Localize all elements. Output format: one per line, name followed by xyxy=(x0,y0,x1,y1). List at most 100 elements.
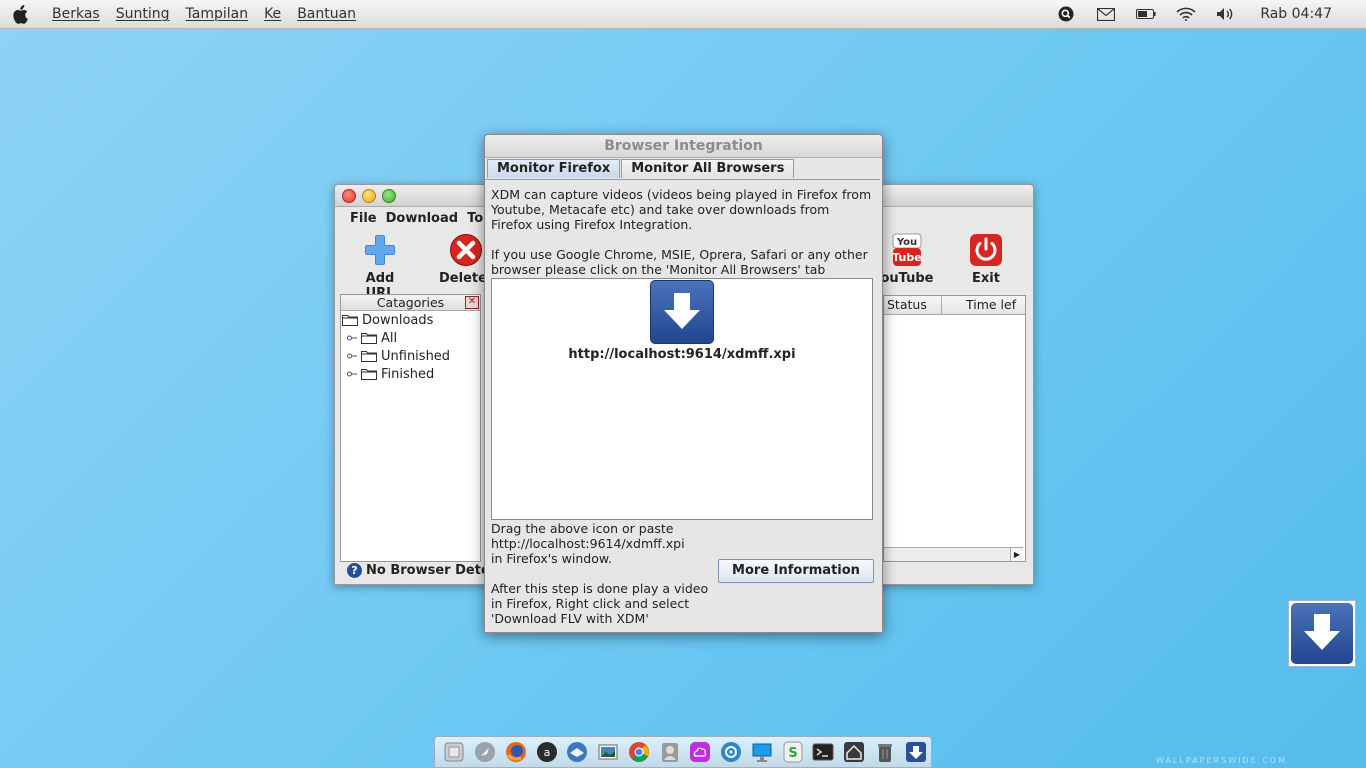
menu-berkas[interactable]: Berkas xyxy=(52,6,100,22)
folder-icon xyxy=(361,351,377,362)
apple-logo-icon[interactable] xyxy=(12,4,30,24)
scroll-right-icon[interactable]: ▶ xyxy=(1010,548,1023,561)
menu-download[interactable]: Download xyxy=(386,211,458,226)
clock[interactable]: Rab 04:47 xyxy=(1260,6,1332,22)
youtube-icon: You Tube xyxy=(890,233,924,267)
categories-title: Catagories xyxy=(376,295,445,310)
menu-file[interactable]: File xyxy=(350,211,377,226)
skype-icon[interactable]: S xyxy=(781,740,805,764)
intro-line: Firefox using Firefox Integration. xyxy=(491,217,693,232)
tree-item-all[interactable]: All xyxy=(341,329,480,347)
folder-icon xyxy=(361,333,377,344)
tree-expander-icon[interactable] xyxy=(347,333,357,343)
terminal-icon[interactable] xyxy=(812,740,836,764)
categories-panel: Catagories ✕ Downloads All Unfinished Fi… xyxy=(340,294,481,562)
after-instructions: After this step is done play a video in … xyxy=(491,581,708,626)
tab-monitor-firefox[interactable]: Monitor Firefox xyxy=(487,159,621,178)
download-arrow-icon[interactable] xyxy=(650,280,714,344)
column-time-left[interactable]: Time lef xyxy=(942,296,1025,314)
exit-label: Exit xyxy=(972,271,1000,286)
chrome-icon[interactable] xyxy=(627,740,651,764)
tree-expander-icon[interactable] xyxy=(347,351,357,361)
add-url-button[interactable]: Add URL xyxy=(350,233,410,301)
settings-icon[interactable] xyxy=(719,740,743,764)
wifi-icon[interactable] xyxy=(1176,5,1196,23)
more-information-button[interactable]: More Information xyxy=(718,559,874,583)
launchpad-icon[interactable] xyxy=(473,740,497,764)
finder-icon[interactable] xyxy=(443,740,467,764)
volume-icon[interactable] xyxy=(1216,5,1236,23)
drag-instructions: Drag the above icon or paste http://loca… xyxy=(491,521,685,566)
download-arrow-icon xyxy=(1291,603,1353,664)
dialog-title[interactable]: Browser Integration xyxy=(485,135,882,158)
tree-item-downloads[interactable]: Downloads xyxy=(341,311,480,329)
status-text: No Browser Dete xyxy=(366,563,490,578)
other-browsers-text: If you use Google Chrome, MSIE, Oprera, … xyxy=(491,247,868,277)
home-icon[interactable] xyxy=(842,740,866,764)
drag-line: in Firefox's window. xyxy=(491,551,612,566)
help-icon[interactable]: ? xyxy=(347,563,362,578)
battery-icon[interactable] xyxy=(1136,5,1156,23)
menu-ke[interactable]: Ke xyxy=(264,6,281,22)
contacts-icon[interactable] xyxy=(658,740,682,764)
delete-icon xyxy=(449,233,483,267)
close-panel-button[interactable]: ✕ xyxy=(465,296,479,309)
plus-icon xyxy=(363,233,397,267)
power-icon xyxy=(969,233,1003,267)
tree-item-label: All xyxy=(381,330,398,346)
menu-tools[interactable]: To xyxy=(467,211,483,226)
tree-item-finished[interactable]: Finished xyxy=(341,365,480,383)
youtube-label: ouTube xyxy=(880,271,934,286)
xpi-drop-area: http://localhost:9614/xdmff.xpi xyxy=(491,278,873,520)
mail-icon[interactable] xyxy=(1096,5,1116,23)
folder-icon xyxy=(361,369,377,380)
browser-integration-dialog: Browser Integration Monitor Firefox Moni… xyxy=(484,134,883,633)
firefox-icon[interactable] xyxy=(504,740,528,764)
svg-text:Tube: Tube xyxy=(892,251,921,264)
youtube-button[interactable]: You Tube ouTube xyxy=(874,233,940,286)
svg-text:You: You xyxy=(896,237,917,248)
menu-sunting[interactable]: Sunting xyxy=(116,6,170,22)
dock: a S xyxy=(434,736,932,768)
intro-line: XDM can capture videos (videos being pla… xyxy=(491,187,872,202)
svg-text:a: a xyxy=(543,746,550,759)
other-line: If you use Google Chrome, MSIE, Oprera, … xyxy=(491,247,868,262)
folder-icon xyxy=(342,315,358,326)
tree-item-unfinished[interactable]: Unfinished xyxy=(341,347,480,365)
zoom-window-button[interactable] xyxy=(382,189,396,203)
tree-item-label: Finished xyxy=(381,366,435,382)
dialog-tabs: Monitor Firefox Monitor All Browsers xyxy=(487,159,795,179)
after-line: After this step is done play a video xyxy=(491,581,709,596)
appstore-icon[interactable]: a xyxy=(535,740,559,764)
thunderbird-icon[interactable] xyxy=(566,740,590,764)
categories-header: Catagories ✕ xyxy=(341,295,480,311)
intro-line: Youtube, Metacafe etc) and take over dow… xyxy=(491,202,830,217)
top-menubar: Berkas Sunting Tampilan Ke Bantuan Rab 0… xyxy=(0,0,1366,29)
drag-line: http://localhost:9614/xdmff.xpi xyxy=(491,536,685,551)
horizontal-scrollbar[interactable]: ▶ xyxy=(884,547,1023,561)
xdm-desktop-icon[interactable] xyxy=(1288,600,1356,667)
column-status[interactable]: Status xyxy=(884,296,942,314)
tree-expander-icon[interactable] xyxy=(347,369,357,379)
xdm-icon[interactable] xyxy=(904,740,928,764)
minimize-window-button[interactable] xyxy=(362,189,376,203)
drag-line: Drag the above icon or paste xyxy=(491,521,674,536)
tree-item-label: Downloads xyxy=(362,312,434,328)
display-icon[interactable] xyxy=(750,740,774,764)
after-line: in Firefox, Right click and select xyxy=(491,596,690,611)
photos-icon[interactable] xyxy=(596,740,620,764)
icloud-icon[interactable] xyxy=(689,740,713,764)
after-line: 'Download FLV with XDM' xyxy=(491,611,649,626)
downloads-table: Status Time lef ▶ xyxy=(883,295,1026,562)
tree-item-label: Unfinished xyxy=(381,348,451,364)
close-window-button[interactable] xyxy=(342,189,356,203)
exit-button[interactable]: Exit xyxy=(961,233,1011,286)
xpi-url-label: http://localhost:9614/xdmff.xpi xyxy=(568,347,796,362)
table-header: Status Time lef xyxy=(884,296,1025,315)
delete-label: Delete xyxy=(439,271,487,286)
tab-monitor-all-browsers[interactable]: Monitor All Browsers xyxy=(621,159,795,178)
menu-bantuan[interactable]: Bantuan xyxy=(297,6,356,22)
menu-tampilan[interactable]: Tampilan xyxy=(186,6,249,22)
trash-icon[interactable] xyxy=(873,740,897,764)
search-icon[interactable] xyxy=(1056,5,1076,23)
